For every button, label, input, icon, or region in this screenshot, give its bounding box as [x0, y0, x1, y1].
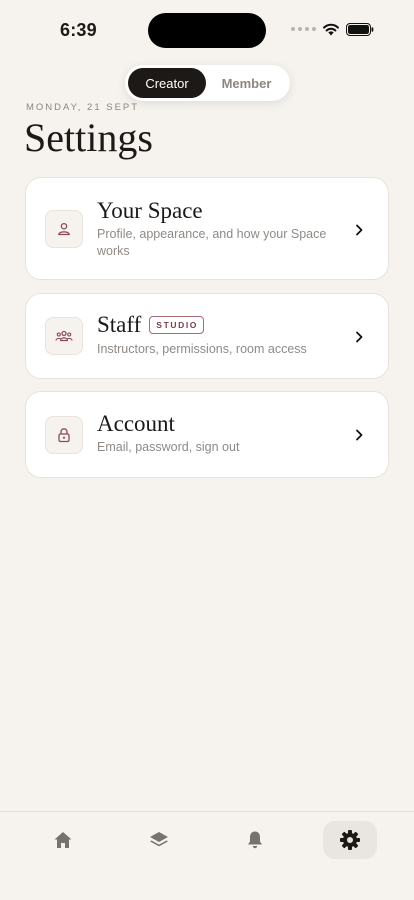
- wifi-icon: [323, 23, 339, 36]
- staff-label: Staff: [97, 312, 142, 337]
- bell-icon: [248, 831, 262, 849]
- your-space-title: Your Space: [97, 198, 203, 224]
- mode-switch: Creator Member: [125, 65, 290, 101]
- your-space-description: Profile, appearance, and how your Space …: [97, 227, 327, 258]
- people-icon: [45, 317, 83, 355]
- tab-bar: [0, 811, 414, 900]
- tab-layers[interactable]: [132, 821, 186, 859]
- staff-title: Staff STUDIO: [97, 312, 205, 338]
- account-label: Account: [97, 411, 175, 436]
- studio-badge: STUDIO: [149, 316, 205, 334]
- tab-notifications[interactable]: [228, 821, 282, 859]
- tab-settings[interactable]: [323, 821, 377, 859]
- staff-card[interactable]: Staff STUDIO Instructors, permissions, r…: [25, 293, 389, 379]
- account-title: Account: [97, 411, 175, 437]
- layers-icon: [150, 832, 168, 847]
- member-tab[interactable]: Member: [206, 68, 287, 98]
- chevron-right-icon: [356, 331, 363, 343]
- status-bar: 6:39: [0, 0, 414, 60]
- tab-home[interactable]: [36, 821, 90, 859]
- date-label: MONDAY, 21 SEPT: [26, 102, 140, 113]
- your-space-card[interactable]: Your Space Profile, appearance, and how …: [25, 177, 389, 280]
- status-icons: [291, 22, 374, 36]
- account-description: Email, password, sign out: [97, 440, 240, 454]
- page-title: Settings: [24, 115, 153, 160]
- gear-icon: [340, 830, 360, 850]
- chevron-right-icon: [356, 224, 363, 236]
- account-card[interactable]: Account Email, password, sign out: [25, 391, 389, 478]
- signal-icon: [291, 27, 316, 31]
- home-icon: [54, 832, 72, 848]
- creator-tab[interactable]: Creator: [128, 68, 206, 98]
- dynamic-island: [148, 13, 266, 48]
- person-icon: [45, 210, 83, 248]
- chevron-right-icon: [356, 429, 363, 441]
- staff-description: Instructors, permissions, room access: [97, 342, 307, 356]
- battery-icon: [346, 22, 374, 36]
- lock-icon: [45, 416, 83, 454]
- status-time: 6:39: [60, 20, 97, 40]
- your-space-label: Your Space: [97, 198, 203, 223]
